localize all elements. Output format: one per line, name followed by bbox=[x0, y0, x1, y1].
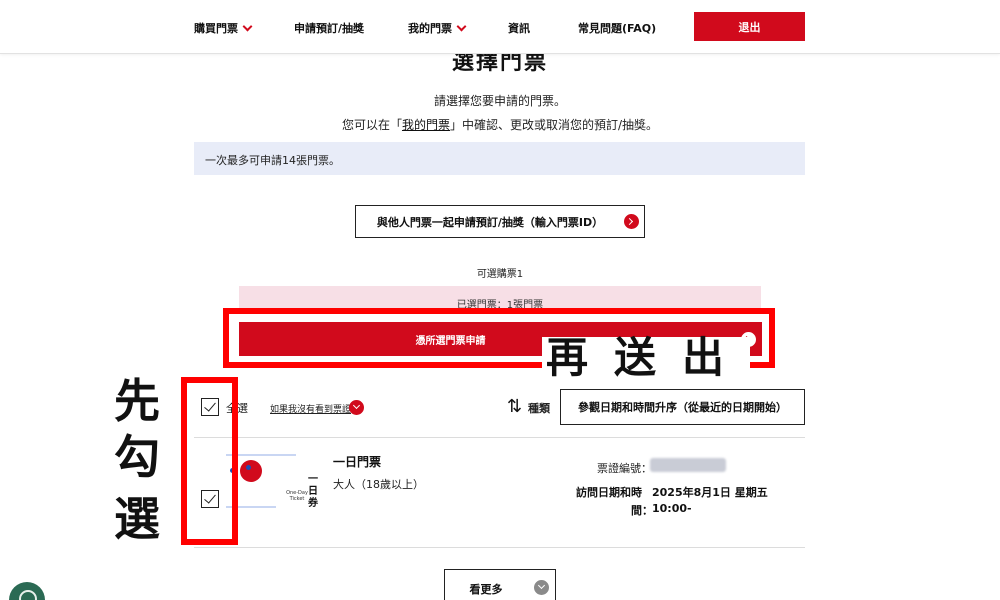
nav-item-label: 購買門票 bbox=[194, 22, 238, 35]
sort-order-select[interactable]: 參觀日期和時間升序（從最近的日期開始） bbox=[560, 389, 805, 425]
visit-time-value: 10:00- bbox=[652, 502, 692, 515]
ticket-thumbnail-label: 一日券 bbox=[308, 474, 318, 509]
logout-button[interactable]: 退出 bbox=[694, 12, 805, 41]
intro-text-my-tickets: 您可以在「我的門票」中確認、更改或取消您的預訂/抽獎。 bbox=[0, 116, 1000, 133]
sort-icon: ⇅ bbox=[507, 396, 523, 417]
annotation-check-text-3: 選 bbox=[114, 492, 160, 546]
chevron-down-icon bbox=[534, 580, 549, 595]
sort-label: 種類 bbox=[528, 402, 550, 415]
ticket-thumbnail: One-Day Ticket 一日券 bbox=[226, 450, 320, 512]
joint-apply-button[interactable]: 與他人門票一起申請預訂/抽獎（輸入門票ID） bbox=[355, 205, 645, 238]
selectable-ticket-count: 可選購票1 bbox=[476, 269, 524, 280]
annotation-frame-checkboxes bbox=[181, 377, 238, 545]
see-more-label: 看更多 bbox=[469, 583, 503, 596]
annotation-check-text-2: 勾 bbox=[114, 430, 160, 484]
nav-item-label: 常見問題(FAQ) bbox=[578, 22, 657, 35]
nav-item-faq[interactable]: 常見問題(FAQ) bbox=[578, 20, 656, 36]
visit-date-label: 訪問日期和時 bbox=[576, 486, 642, 499]
nav-item-info[interactable]: 資訊 bbox=[508, 20, 530, 36]
nav-item-buy-tickets[interactable]: 購買門票 bbox=[194, 20, 253, 36]
nav-item-label: 我的門票 bbox=[408, 22, 452, 35]
visit-date-value: 2025年8月1日 星期五 bbox=[652, 486, 768, 499]
nav-item-label: 申請預訂/抽獎 bbox=[294, 22, 365, 35]
apply-button-label: 憑所選門票申請 bbox=[415, 335, 486, 347]
arrow-right-icon bbox=[624, 214, 639, 229]
list-divider bbox=[194, 547, 805, 548]
nav-item-my-tickets[interactable]: 我的門票 bbox=[408, 20, 467, 36]
annotation-send-text: 再送出 bbox=[542, 337, 751, 381]
ticket-name: 一日門票 bbox=[333, 455, 382, 469]
intro-prefix: 您可以在「 bbox=[341, 118, 402, 132]
annotation-check-text-1: 先 bbox=[114, 374, 160, 428]
joint-apply-label: 與他人門票一起申請預訂/抽獎（輸入門票ID） bbox=[376, 215, 604, 229]
missing-ticket-link[interactable]: 如果我沒有看到票證 bbox=[270, 402, 351, 415]
chevron-down-icon bbox=[456, 21, 467, 31]
nav-item-apply-reservation[interactable]: 申請預訂/抽獎 bbox=[294, 20, 364, 36]
chevron-down-icon bbox=[242, 21, 253, 31]
chevron-down-icon[interactable] bbox=[349, 400, 364, 415]
intro-text: 請選擇您要申請的門票。 bbox=[433, 94, 566, 108]
ticket-id-redacted bbox=[650, 458, 726, 472]
ticket-type: 大人（18歲以上） bbox=[333, 478, 424, 491]
ticket-limit-notice: 一次最多可申請14張門票。 bbox=[194, 142, 805, 175]
ticket-thumbnail-caption: One-Day Ticket bbox=[286, 490, 308, 502]
visit-date-label-cont: 間： bbox=[631, 504, 653, 517]
chat-support-button[interactable] bbox=[9, 582, 45, 600]
my-tickets-link[interactable]: 我的門票 bbox=[402, 118, 450, 132]
nav-item-label: 資訊 bbox=[508, 22, 530, 35]
ticket-id-label: 票證編號： bbox=[597, 462, 652, 475]
see-more-button[interactable]: 看更多 bbox=[444, 569, 556, 600]
mascot-icon bbox=[240, 460, 262, 482]
intro-suffix: 」中確認、更改或取消您的預訂/抽獎。 bbox=[449, 118, 659, 132]
top-navigation-bar: 購買門票 申請預訂/抽獎 我的門票 資訊 常見問題(FAQ) 退出 bbox=[0, 0, 1000, 54]
list-divider bbox=[194, 437, 805, 438]
